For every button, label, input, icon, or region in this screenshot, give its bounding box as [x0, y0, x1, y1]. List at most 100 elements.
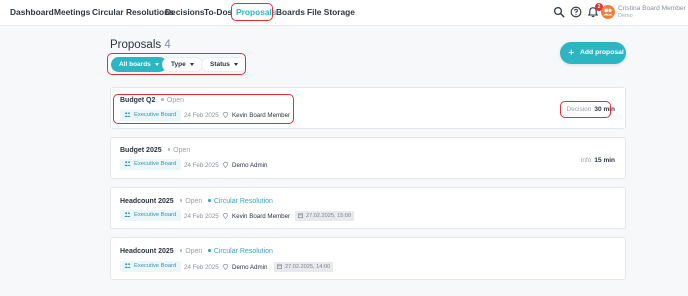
board-name: Executive Board: [134, 161, 177, 167]
proposal-owner: Demo Admin: [223, 264, 267, 271]
proposal-title: Headcount 2025: [120, 248, 174, 255]
location-pin-icon: [223, 162, 228, 168]
status-dot-icon: [179, 249, 183, 252]
filter-all-boards-label: All boards: [119, 61, 151, 68]
proposal-title-row: Budget Q2 Open: [120, 97, 184, 104]
tag-text: Circular Resolution: [213, 248, 273, 255]
proposal-owner-name: Demo Admin: [232, 264, 268, 271]
proposal-owner: Kevin Board Member: [223, 213, 290, 220]
proposal-card[interactable]: Budget 2025 Open Executive Board 24 Feb 2…: [110, 137, 626, 179]
board-tag: Executive Board: [120, 110, 182, 121]
status-text: Open: [185, 198, 203, 205]
board-tag: Executive Board: [120, 159, 182, 170]
nav-circular-resolutions[interactable]: Circular Resolutions: [92, 7, 174, 17]
deadline-badge: 27.02.2025, 15:00: [295, 211, 355, 221]
duration-value: 15 min: [594, 157, 615, 164]
users-icon: [124, 161, 131, 166]
users-icon: [124, 263, 131, 268]
circular-resolution-tag: Circular Resolution: [208, 248, 273, 255]
proposal-card[interactable]: Headcount 2025 Open Circular Resolution Ex…: [110, 237, 626, 280]
top-navigation: Dashboard Meetings Circular Resolutions …: [0, 0, 688, 26]
location-pin-icon: [223, 264, 228, 270]
chevron-down-icon: [154, 62, 159, 66]
status-dot-icon: [161, 98, 164, 101]
chevron-down-icon: [189, 62, 194, 66]
avatar[interactable]: [601, 5, 615, 19]
circular-resolution-tag: Circular Resolution: [208, 198, 273, 205]
proposal-title: Budget Q2: [120, 97, 156, 104]
status-dot-icon: [167, 148, 171, 151]
proposal-date: 24 Feb 2025: [184, 264, 219, 271]
duration-info: Decision 30 min: [566, 106, 615, 113]
nav-decisions[interactable]: Decisions: [165, 7, 205, 17]
board-tag: Executive Board: [120, 261, 182, 272]
proposal-owner-name: Demo Admin: [232, 162, 268, 169]
users-icon: [603, 8, 613, 16]
status-label: Open: [179, 248, 203, 255]
proposal-title-row: Headcount 2025 Open Circular Resolution: [120, 248, 273, 255]
nav-dashboard[interactable]: Dashboard: [10, 7, 54, 17]
duration-value: 30 min: [594, 106, 615, 113]
proposal-date: 24 Feb 2025: [184, 162, 219, 169]
status-label: Open: [179, 198, 203, 205]
proposal-owner-name: Kevin Board Member: [232, 112, 291, 119]
tag-dot-icon: [208, 249, 211, 252]
nav-file-storage[interactable]: File Storage: [307, 7, 355, 17]
nav-proposals[interactable]: Proposals: [236, 7, 277, 17]
nav-todos[interactable]: To-Dos: [204, 7, 232, 17]
deadline-badge: 27.02.2025, 14:00: [274, 262, 334, 272]
status-label: Open: [167, 147, 191, 154]
proposal-owner: Kevin Board Member: [223, 112, 290, 119]
proposal-title-row: Headcount 2025 Open Circular Resolution: [120, 198, 273, 205]
proposal-date: 24 Feb 2025: [184, 112, 219, 119]
duration-info: Info 15 min: [581, 157, 615, 164]
plus-icon: +: [568, 47, 575, 59]
proposal-title-row: Budget 2025 Open: [120, 147, 190, 154]
filter-status[interactable]: Status: [201, 57, 247, 72]
status-label: Open: [161, 97, 184, 104]
tag-dot-icon: [208, 199, 211, 202]
board-name: Executive Board: [134, 112, 177, 118]
user-subtitle: Demo: [618, 13, 633, 19]
location-pin-icon: [223, 112, 228, 118]
calendar-icon: [298, 213, 303, 218]
nav-boards[interactable]: Boards: [276, 7, 305, 17]
filter-type[interactable]: Type: [162, 57, 203, 72]
calendar-icon: [277, 264, 282, 269]
chevron-down-icon: [233, 62, 238, 66]
deadline-text: 27.02.2025, 15:00: [306, 213, 352, 219]
search-icon[interactable]: [553, 6, 565, 18]
users-icon: [124, 112, 131, 117]
tag-text: Circular Resolution: [213, 198, 273, 205]
location-pin-icon: [223, 213, 228, 219]
board-tag: Executive Board: [120, 210, 182, 221]
proposal-title: Budget 2025: [120, 147, 162, 154]
add-proposal-label: Add proposal: [580, 49, 624, 56]
proposal-card[interactable]: Headcount 2025 Open Circular Resolution Ex…: [110, 187, 626, 229]
page-title: Proposals 4: [110, 39, 171, 51]
deadline-text: 27.02.2025, 14:00: [285, 264, 331, 270]
filter-all-boards[interactable]: All boards: [111, 57, 167, 72]
user-name[interactable]: Cristina Board Member: [618, 5, 686, 12]
status-dot-icon: [179, 199, 183, 202]
board-name: Executive Board: [134, 212, 177, 218]
duration-type: Decision: [566, 106, 592, 113]
filter-status-label: Status: [210, 61, 230, 68]
proposal-date: 24 Feb 2025: [184, 213, 219, 220]
page-title-text: Proposals: [110, 39, 162, 51]
add-proposal-button[interactable]: + Add proposal: [560, 42, 626, 64]
status-text: Open: [185, 248, 203, 255]
duration-type: Info: [580, 157, 592, 164]
proposal-count: 4: [164, 39, 171, 51]
proposal-card[interactable]: Budget Q2 Open Executive Board 24 Feb 202…: [110, 87, 626, 129]
board-name: Executive Board: [134, 263, 177, 269]
filter-type-label: Type: [171, 61, 186, 68]
proposal-owner: Demo Admin: [223, 162, 267, 169]
help-icon[interactable]: [570, 6, 582, 18]
status-text: Open: [173, 147, 191, 154]
proposal-title: Headcount 2025: [120, 198, 174, 205]
status-text: Open: [166, 97, 185, 104]
proposal-owner-name: Kevin Board Member: [232, 213, 291, 220]
users-icon: [124, 212, 131, 217]
nav-meetings[interactable]: Meetings: [54, 7, 90, 17]
